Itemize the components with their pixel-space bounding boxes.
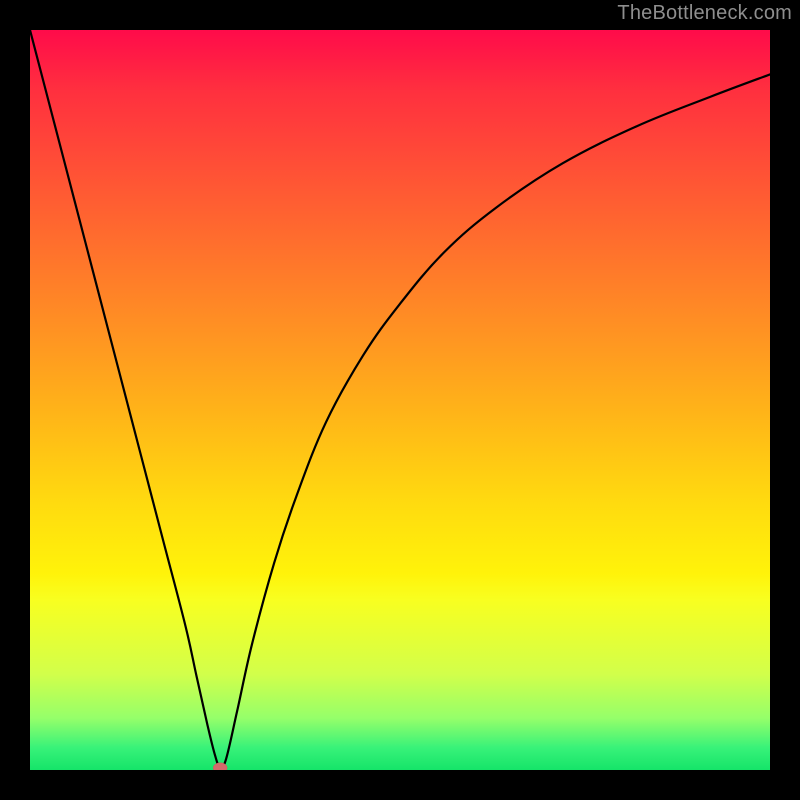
watermark-text: TheBottleneck.com — [617, 2, 792, 25]
plot-area — [30, 30, 770, 770]
bottleneck-curve — [30, 30, 770, 768]
chart-svg — [30, 30, 770, 770]
chart-frame: TheBottleneck.com — [0, 0, 800, 800]
